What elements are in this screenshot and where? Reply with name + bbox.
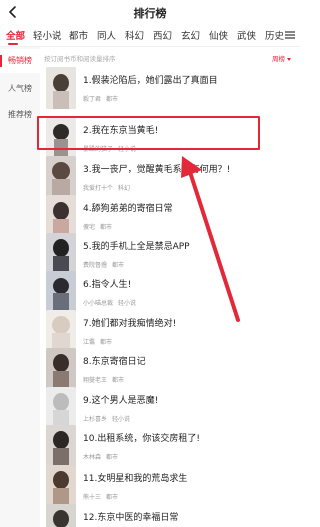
book-meta: 熊十三 都市 <box>83 492 118 501</box>
book-author: 小小喵总裁 <box>83 300 114 307</box>
caret-down-icon <box>287 57 291 61</box>
tab-fanfic[interactable]: 同人 <box>97 28 116 42</box>
book-cover <box>46 348 76 390</box>
book-meta: 江翥 都市 <box>83 337 112 346</box>
book-title: 4.舔狗弟弟的寄宿日常 <box>83 204 173 214</box>
book-item[interactable]: 8.东京寄宿日记 翔燮老王 都市 <box>40 348 300 392</box>
book-genre: 都市 <box>100 339 113 346</box>
book-title: 1.假装沦陷后，她们露出了真面目 <box>83 76 218 86</box>
book-author: 傻宅 <box>83 224 96 231</box>
ranking-notice: 按订阅书币和阅读量排序 <box>44 55 116 63</box>
highlight-box <box>37 116 260 150</box>
book-meta: 小小喵总裁 轻小说 <box>83 298 136 307</box>
book-genre: 都市 <box>100 224 113 231</box>
book-meta: 翔燮老王 都市 <box>83 375 124 384</box>
book-item[interactable]: 12.东京中医的幸福日常 <box>40 504 300 527</box>
book-cover <box>46 271 76 313</box>
top-bar: 排行榜 <box>0 0 300 24</box>
tab-light-novel[interactable]: 轻小说 <box>33 28 62 42</box>
book-author: 江翥 <box>83 339 96 346</box>
book-author: 上杉喜乡 <box>83 416 108 423</box>
page-title: 排行榜 <box>133 7 167 20</box>
tab-western-fantasy[interactable]: 西幻 <box>153 28 172 42</box>
active-tab-indicator <box>8 43 18 45</box>
book-meta: 傻宅 都市 <box>83 222 112 231</box>
book-genre: 都市 <box>112 262 125 269</box>
book-author: 我爱打十个 <box>83 185 114 192</box>
book-title: 12.东京中医的幸福日常 <box>83 513 179 523</box>
book-author: 费院督撸 <box>83 262 108 269</box>
book-meta: 我爱打十个 科幻 <box>83 183 130 192</box>
book-meta: 木林森 都市 <box>83 452 118 461</box>
book-cover <box>46 310 76 352</box>
book-cover <box>46 387 76 429</box>
tab-xianxia[interactable]: 仙侠 <box>209 28 228 42</box>
sort-dropdown[interactable]: 周榜 <box>272 53 291 63</box>
book-author: 毅丁君 <box>83 96 102 103</box>
book-genre: 轻小说 <box>112 416 131 423</box>
book-author: 木林森 <box>83 454 102 461</box>
book-title: 10.出租系统，你该交房租了! <box>83 434 200 444</box>
tab-history[interactable]: 历史 <box>265 28 284 42</box>
book-cover <box>46 195 76 237</box>
tab-xuanhuan[interactable]: 玄幻 <box>181 28 200 42</box>
book-genre: 都市 <box>106 96 119 103</box>
category-tabs: 全部 轻小说 都市 同人 科幻 西幻 玄幻 仙侠 武侠 历史 <box>0 28 300 46</box>
book-genre: 轻小说 <box>118 300 137 307</box>
sidebar-item-recommended[interactable]: 推荐榜 <box>0 103 40 127</box>
sidebar-item-bestseller[interactable]: 畅销榜 <box>0 49 40 73</box>
book-genre: 都市 <box>112 377 125 384</box>
book-genre: 都市 <box>106 454 119 461</box>
book-item[interactable]: 6.指令人生! 小小喵总裁 轻小说 <box>40 271 300 315</box>
book-title: 8.东京寄宿日记 <box>83 357 146 367</box>
book-item[interactable]: 11.女明星和我的荒岛求生 熊十三 都市 <box>40 465 300 509</box>
book-title: 5.我的手机上全是禁忌APP <box>83 242 190 252</box>
book-item[interactable]: 10.出租系统，你该交房租了! 木林森 都市 <box>40 425 300 469</box>
book-cover <box>46 67 76 109</box>
book-title: 3.我一丧尸，觉醒黄毛系统有何用？! <box>83 165 231 175</box>
book-title: 11.女明星和我的荒岛求生 <box>83 474 188 484</box>
book-title: 9.这个男人是恶魔! <box>83 396 159 406</box>
book-genre: 科幻 <box>118 185 131 192</box>
book-cover <box>46 425 76 467</box>
book-cover <box>46 504 76 527</box>
sort-label: 周榜 <box>272 55 285 63</box>
book-meta: 费院督撸 都市 <box>83 260 124 269</box>
book-meta: 毅丁君 都市 <box>83 94 118 103</box>
tab-urban[interactable]: 都市 <box>69 28 88 42</box>
tab-wuxia[interactable]: 武侠 <box>237 28 256 42</box>
tab-scifi[interactable]: 科幻 <box>125 28 144 42</box>
book-author: 翔燮老王 <box>83 377 108 384</box>
book-genre: 都市 <box>106 494 119 501</box>
book-meta: 上杉喜乡 轻小说 <box>83 414 130 423</box>
book-cover <box>46 156 76 198</box>
ranking-sidebar: 畅销榜 人气榜 推荐榜 <box>0 47 40 527</box>
list-menu-icon[interactable] <box>284 29 296 41</box>
book-cover <box>46 465 76 507</box>
book-item[interactable]: 1.假装沦陷后，她们露出了真面目 毅丁君 都市 <box>40 67 300 111</box>
book-author: 熊十三 <box>83 494 102 501</box>
book-cover <box>46 233 76 275</box>
divider <box>0 46 300 47</box>
sidebar-item-popularity[interactable]: 人气榜 <box>0 77 40 101</box>
book-title: 6.指令人生! <box>83 280 132 290</box>
tab-all[interactable]: 全部 <box>6 28 25 42</box>
book-item[interactable]: 3.我一丧尸，觉醒黄毛系统有何用？! 我爱打十个 科幻 <box>40 156 300 200</box>
book-title: 7.她们都对我痴情绝对! <box>83 319 177 329</box>
